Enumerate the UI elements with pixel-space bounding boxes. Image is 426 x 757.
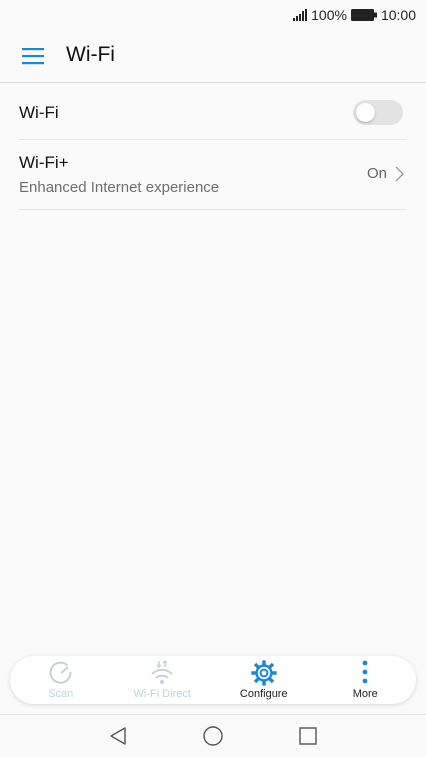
chevron-right-icon	[395, 166, 404, 182]
scan-icon	[49, 661, 72, 684]
wifi-plus-status: On	[366, 165, 387, 182]
wifi-direct-button[interactable]: Wi-Fi Direct	[112, 656, 214, 704]
home-button[interactable]	[202, 725, 224, 747]
bottom-action-bar: Scan Wi-Fi Direct Configure More	[10, 656, 416, 704]
configure-label: Configure	[239, 688, 288, 700]
wifi-plus-label: Wi-Fi+	[19, 153, 69, 172]
more-label: More	[352, 688, 378, 700]
wifi-plus-subtitle: Enhanced Internet experience	[19, 179, 220, 196]
battery-icon	[350, 9, 377, 21]
clock: 10:00	[380, 7, 416, 23]
more-vertical-icon	[362, 660, 368, 684]
wifi-direct-icon	[151, 659, 173, 684]
battery-percent: 100%	[311, 7, 347, 23]
back-triangle-icon	[110, 727, 126, 745]
wifi-row[interactable]: Wi-Fi	[19, 84, 407, 140]
signal-icon	[293, 9, 308, 21]
configure-button[interactable]: Configure	[213, 656, 315, 704]
wifi-label: Wi-Fi	[19, 103, 59, 122]
scan-label: Scan	[48, 688, 74, 700]
scan-button[interactable]: Scan	[10, 656, 112, 704]
wifi-toggle[interactable]	[353, 100, 403, 125]
toggle-knob	[356, 103, 375, 122]
recents-square-icon	[299, 727, 317, 745]
system-nav-bar	[0, 714, 426, 757]
wifi-plus-row[interactable]: Wi-Fi+ Enhanced Internet experience On	[19, 140, 407, 210]
status-bar: 100% 10:00	[0, 0, 426, 30]
menu-button[interactable]	[20, 45, 46, 67]
recents-button[interactable]	[297, 725, 319, 747]
page-title: Wi-Fi	[66, 43, 115, 66]
menu-icon	[22, 48, 44, 65]
back-button[interactable]	[107, 725, 129, 747]
wifi-direct-label: Wi-Fi Direct	[133, 688, 191, 700]
more-button[interactable]: More	[315, 656, 417, 704]
app-bar: Wi-Fi	[0, 30, 426, 83]
home-circle-icon	[203, 726, 223, 746]
gear-icon	[251, 660, 277, 686]
